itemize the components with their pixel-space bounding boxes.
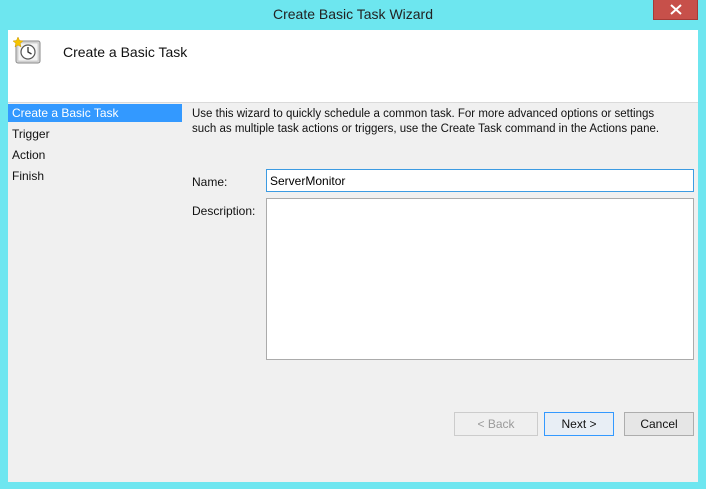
description-label: Description: [192,204,256,218]
wizard-intro-text: Use this wizard to quickly schedule a co… [192,107,692,137]
next-button[interactable]: Next > [544,412,614,436]
intro-line-2: such as multiple task actions or trigger… [192,123,660,135]
close-button[interactable] [653,0,698,20]
wizard-header: Create a Basic Task [8,30,698,103]
nav-step-action[interactable]: Action [8,146,182,164]
close-icon [670,4,682,15]
title-bar[interactable]: Create Basic Task Wizard [0,0,706,30]
page-title: Create a Basic Task [63,44,188,60]
task-scheduler-clock-icon [12,36,41,64]
back-button[interactable]: < Back [454,412,538,436]
name-label: Name: [192,175,228,189]
wizard-steps-nav: Create a Basic Task Trigger Action Finis… [8,103,184,203]
nav-step-finish[interactable]: Finish [8,167,182,185]
cancel-button[interactable]: Cancel [624,412,694,436]
description-input[interactable] [266,198,694,360]
nav-step-create-basic-task[interactable]: Create a Basic Task [8,104,182,122]
wizard-client-area: Create a Basic Task Create a Basic Task … [8,30,698,482]
window-title: Create Basic Task Wizard [272,6,433,22]
nav-step-trigger[interactable]: Trigger [8,125,182,143]
intro-line-1: Use this wizard to quickly schedule a co… [192,108,655,120]
wizard-window: Create Basic Task Wizard Create a Basic … [0,0,706,489]
name-input[interactable] [266,169,694,192]
